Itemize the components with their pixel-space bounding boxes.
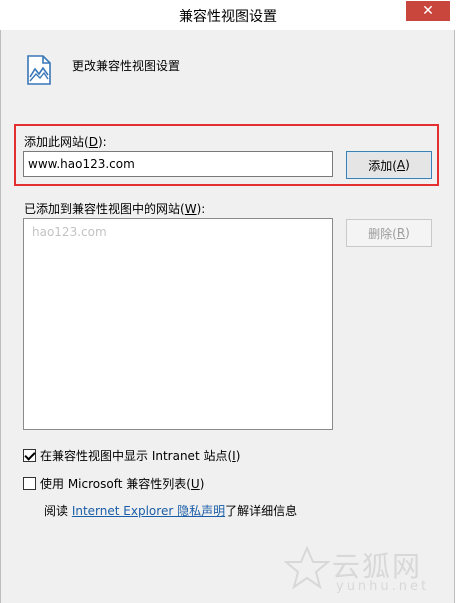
header-text: 更改兼容性视图设置 xyxy=(72,59,181,73)
read-text: 阅读 xyxy=(44,504,72,518)
remove-button[interactable]: 删除(R) xyxy=(346,219,432,247)
intranet-checkbox[interactable] xyxy=(23,448,36,462)
list-item[interactable]: hao123.com xyxy=(32,225,107,239)
ms-list-checkbox[interactable] xyxy=(23,476,36,490)
close-icon: ✕ xyxy=(422,3,434,19)
ms-list-option[interactable]: 使用 Microsoft 兼容性列表(U) xyxy=(23,475,204,491)
add-button[interactable]: 添加(A) xyxy=(346,151,432,179)
privacy-link[interactable]: Internet Explorer 隐私声明 xyxy=(72,504,225,518)
site-input[interactable]: www.hao123.com xyxy=(23,151,333,177)
watermark-sub: yunhu.net xyxy=(336,579,430,594)
site-list[interactable]: hao123.com xyxy=(23,218,333,430)
close-button[interactable]: ✕ xyxy=(406,1,450,21)
window-title: 兼容性视图设置 xyxy=(179,9,277,25)
ms-list-label: 使用 Microsoft 兼容性列表(U) xyxy=(40,476,205,491)
watermark: 云狐网 yunhu.net xyxy=(284,535,449,599)
title-bar: 兼容性视图设置 ✕ xyxy=(0,0,456,30)
intranet-label: 在兼容性视图中显示 Intranet 站点(I) xyxy=(40,448,241,463)
intranet-option[interactable]: 在兼容性视图中显示 Intranet 站点(I) xyxy=(23,447,240,463)
added-sites-label: 已添加到兼容性视图中的网站(W): xyxy=(24,202,206,216)
compatibility-view-icon xyxy=(27,55,51,85)
add-site-label: 添加此网站(D): xyxy=(24,135,107,149)
privacy-suffix: 了解详细信息 xyxy=(225,504,298,518)
star-icon xyxy=(284,545,330,590)
privacy-line: 阅读 Internet Explorer 隐私声明了解详细信息 xyxy=(44,502,297,519)
